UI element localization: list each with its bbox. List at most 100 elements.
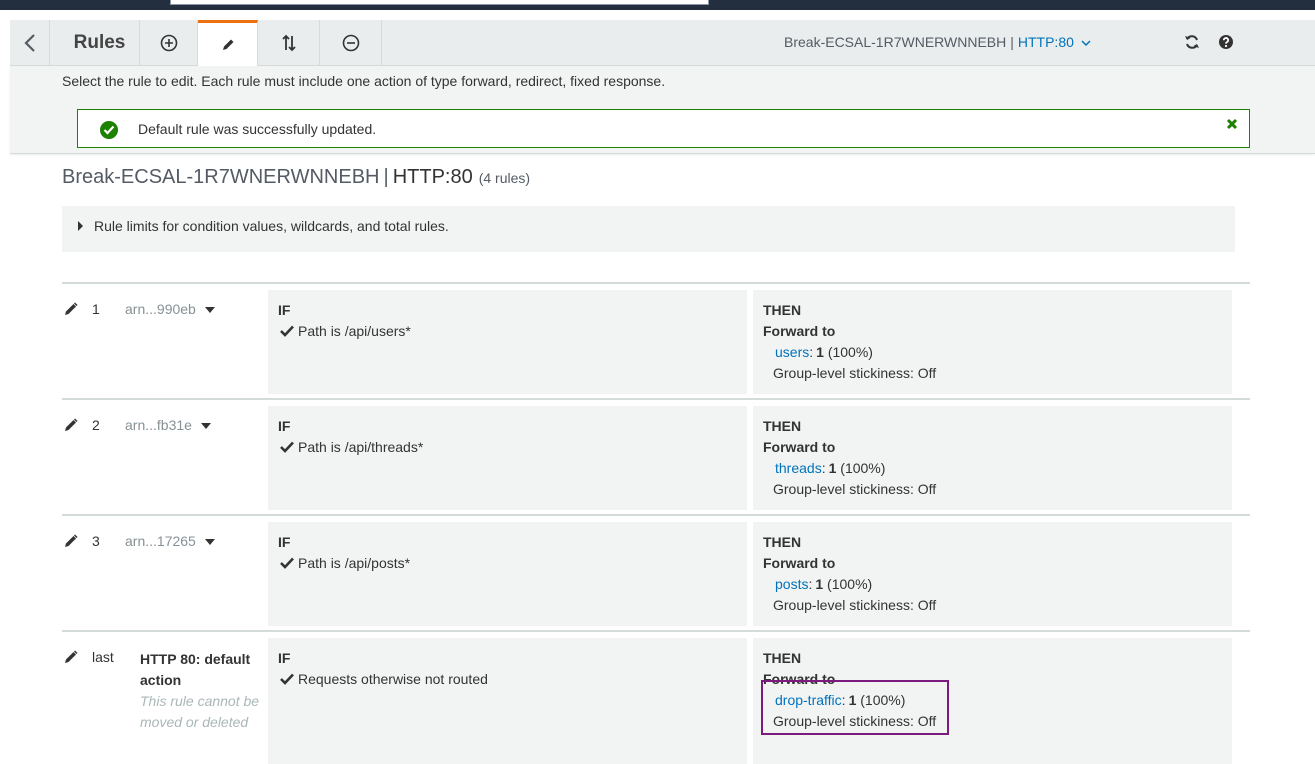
rule-limits-expander[interactable]: Rule limits for condition values, wildca…: [62, 206, 1235, 252]
condition-text: Requests otherwise not routed: [298, 671, 488, 687]
header-listener: HTTP:80: [392, 166, 473, 188]
forward-to-label: Forward to: [763, 555, 836, 571]
rule-arn-dropdown[interactable]: arn...990eb: [125, 301, 215, 317]
rule-limits-label: Rule limits for condition values, wildca…: [94, 218, 449, 234]
alert-message: Default rule was successfully updated.: [138, 121, 377, 137]
rule-count: (4 rules): [478, 170, 531, 186]
rule-number: 1: [92, 301, 100, 317]
then-label: THEN: [763, 302, 802, 318]
target-group-weight: 1: [815, 576, 824, 592]
rule-row: 3 arn...17265 IF Path is /api/posts* THE…: [62, 514, 1250, 630]
minus-circle-icon: [342, 34, 359, 52]
caret-down-icon: [200, 423, 211, 430]
target-group-percent: (100%): [840, 460, 886, 476]
highlight-box: [761, 680, 949, 735]
rules-toolbar: Rules Break-ECSAL-1R7WNERWNNEBH | HTTP:80: [10, 20, 1315, 66]
browser-top-strip: [0, 0, 1315, 10]
rule-row: 1 arn...990eb IF Path is /api/users* THE…: [62, 282, 1250, 398]
pencil-icon: [222, 39, 233, 50]
condition: Requests otherwise not routed: [280, 671, 488, 687]
if-label: IF: [278, 418, 291, 434]
check-icon: [280, 557, 294, 569]
header-separator: |: [383, 166, 389, 188]
caret-right-icon: [78, 221, 83, 231]
target-group-weight: 1: [828, 460, 837, 476]
rule-actions: THEN Forward to drop-traffic: 1 (100%) Gr…: [753, 638, 1232, 764]
check-icon: [280, 325, 294, 337]
sort-arrows-icon: [281, 34, 296, 52]
target-group-link[interactable]: users: [775, 344, 809, 360]
condition-text: Path is /api/threads*: [298, 439, 424, 455]
help-button[interactable]: [1216, 32, 1236, 52]
delete-rules-button[interactable]: [320, 20, 382, 66]
page-title: Rules: [60, 20, 140, 66]
target-group-link[interactable]: threads: [775, 460, 822, 476]
stickiness-text: Group-level stickiness: Off: [773, 365, 937, 381]
rule-conditions: IF Path is /api/threads*: [268, 406, 747, 510]
rule-arn-dropdown[interactable]: arn...fb31e: [125, 417, 211, 433]
target-group-link[interactable]: posts: [775, 576, 808, 592]
if-label: IF: [278, 534, 291, 550]
condition: Path is /api/threads*: [280, 439, 423, 455]
caret-down-icon: [204, 539, 215, 546]
rules-header: Break-ECSAL-1R7WNERWNNEBH | HTTP:80 (4 rule…: [62, 166, 530, 189]
add-rule-button[interactable]: [140, 20, 198, 66]
rule-number: last: [92, 649, 114, 665]
target-group-entry: users: 1 (100%): [775, 344, 873, 360]
if-label: IF: [278, 302, 291, 318]
refresh-button[interactable]: [1182, 32, 1202, 52]
dismiss-alert-button[interactable]: [1226, 117, 1240, 135]
target-group-percent: (100%): [827, 344, 873, 360]
condition-text: Path is /api/posts*: [298, 555, 411, 571]
default-rule-row: last HTTP 80: default action This rule c…: [62, 630, 1250, 764]
refresh-icon: [1185, 35, 1199, 49]
listener-name: HTTP:80: [1017, 34, 1074, 50]
rule-row: 2 arn...fb31e IF Path is /api/threads* T…: [62, 398, 1250, 514]
chevron-left-icon: [23, 34, 35, 52]
stickiness-text: Group-level stickiness: Off: [773, 481, 937, 497]
rule-actions: THEN Forward to threads: 1 (100%) Group-l…: [753, 406, 1232, 510]
default-rule-title: HTTP 80: default action: [140, 651, 251, 688]
load-balancer-name: Break-ECSAL-1R7WNERWNNEBH: [784, 34, 1007, 50]
rule-actions: THEN Forward to posts: 1 (100%) Group-lev…: [753, 522, 1232, 626]
rule-arn: arn...990eb: [125, 301, 196, 317]
forward-to-label: Forward to: [763, 323, 836, 339]
check-icon: [280, 441, 294, 453]
plus-circle-icon: [160, 34, 177, 52]
target-group-percent: (100%): [827, 576, 873, 592]
pencil-icon[interactable]: [64, 302, 78, 316]
rule-number: 2: [92, 417, 100, 433]
stickiness-text: Group-level stickiness: Off: [773, 597, 937, 613]
pencil-icon[interactable]: [64, 534, 78, 548]
then-label: THEN: [763, 418, 802, 434]
then-label: THEN: [763, 534, 802, 550]
rule-arn: arn...17265: [125, 533, 196, 549]
close-icon: [1226, 118, 1238, 130]
then-label: THEN: [763, 650, 802, 666]
pencil-icon[interactable]: [64, 650, 78, 664]
address-bar[interactable]: [170, 0, 709, 5]
listener-selector[interactable]: Break-ECSAL-1R7WNERWNNEBH | HTTP:80: [784, 34, 1091, 50]
pencil-icon[interactable]: [64, 418, 78, 432]
back-button[interactable]: [10, 20, 50, 66]
rule-arn-dropdown[interactable]: arn...17265: [125, 533, 215, 549]
reorder-rules-button[interactable]: [258, 20, 320, 66]
instructions-text: Select the rule to edit. Each rule must …: [62, 73, 666, 89]
rule-conditions: IF Requests otherwise not routed: [268, 638, 747, 764]
success-alert: Default rule was successfully updated.: [77, 109, 1250, 148]
target-group-separator: :: [809, 344, 814, 360]
target-group-weight: 1: [816, 344, 824, 360]
header-load-balancer: Break-ECSAL-1R7WNERWNNEBH: [62, 166, 380, 188]
condition: Path is /api/posts*: [280, 555, 410, 571]
rule-conditions: IF Path is /api/posts*: [268, 522, 747, 626]
rule-actions: THEN Forward to users: 1 (100%) Group-lev…: [753, 290, 1232, 394]
chevron-down-icon: [1081, 40, 1091, 47]
condition: Path is /api/users*: [280, 323, 411, 339]
rule-conditions: IF Path is /api/users*: [268, 290, 747, 394]
check-icon: [280, 673, 294, 685]
target-group-separator: :: [808, 576, 813, 592]
default-rule-note: This rule cannot be moved or deleted: [140, 693, 260, 730]
edit-rules-button[interactable]: [198, 20, 258, 66]
target-group-separator: :: [821, 460, 826, 476]
caret-down-icon: [204, 307, 215, 314]
